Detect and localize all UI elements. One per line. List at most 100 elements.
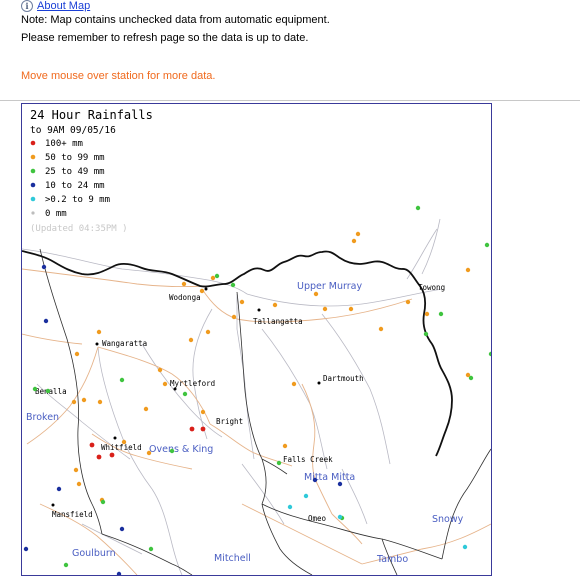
town-towong: Towong [418,283,445,292]
legend-dot-0 [31,211,35,215]
station-orange[interactable] [76,481,82,487]
station-orange[interactable] [97,399,103,405]
station-orange[interactable] [74,351,80,357]
station-red[interactable] [200,426,206,432]
station-orange[interactable] [73,467,79,473]
station-cyan[interactable] [462,544,468,550]
station-green[interactable] [468,375,474,381]
map-title: 24 Hour Rainfalls [30,108,153,122]
station-orange[interactable] [291,381,297,387]
station-red[interactable] [189,426,195,432]
town-dot-tallangatta [257,308,261,312]
station-orange[interactable] [146,450,152,456]
station-green[interactable] [32,386,38,392]
station-orange[interactable] [378,326,384,332]
district-mitchell: Mitchell [214,553,251,564]
updated-time: (Updated 04:35PM ) [30,224,128,234]
town-mansfield: Mansfield [52,510,93,519]
station-orange[interactable] [272,302,278,308]
station-green[interactable] [276,460,282,466]
station-orange[interactable] [205,329,211,335]
town-dot-wangaratta [95,342,99,346]
info-icon: i [21,0,33,12]
legend-dot-0p2-9 [30,196,36,202]
town-dot-wodonga [204,287,208,291]
station-orange[interactable] [199,288,205,294]
station-orange[interactable] [210,275,216,281]
station-green[interactable] [438,311,444,317]
station-orange[interactable] [181,281,187,287]
station-green[interactable] [423,331,429,337]
station-blue[interactable] [56,486,62,492]
station-blue[interactable] [23,546,29,552]
legend-label-25-49: 25 to 49 mm [45,167,105,177]
legend-dot-50-99 [30,154,36,160]
page-header: i About Map Note: Map contains unchecked… [0,0,580,101]
station-green[interactable] [45,388,51,394]
station-blue[interactable] [116,571,122,575]
station-orange[interactable] [162,381,168,387]
town-benalla: Benalla [35,387,67,396]
map-subtitle: to 9AM 09/05/16 [30,125,116,136]
station-blue[interactable] [43,318,49,324]
station-blue[interactable] [41,264,47,270]
district-upper-murray: Upper Murray [297,281,362,292]
station-green[interactable] [415,205,421,211]
station-red[interactable] [89,442,95,448]
station-green[interactable] [119,377,125,383]
station-red[interactable] [109,452,115,458]
station-green[interactable] [100,499,106,505]
town-dot-whitfield [113,436,117,440]
rain-stations[interactable] [23,205,491,575]
district-labels: Upper Murray Broken Ovens & King Mitta M… [26,281,464,565]
district-boundaries [39,248,491,575]
station-orange[interactable] [81,397,87,403]
station-orange[interactable] [143,406,149,412]
station-green[interactable] [63,562,69,568]
station-green[interactable] [182,391,188,397]
station-orange[interactable] [200,409,206,415]
station-orange[interactable] [231,314,237,320]
station-orange[interactable] [424,311,430,317]
station-green[interactable] [169,448,175,454]
station-green[interactable] [214,273,220,279]
town-wangaratta: Wangaratta [102,339,147,348]
station-blue[interactable] [337,481,343,487]
about-map-row: i About Map [21,0,90,12]
station-green[interactable] [484,242,490,248]
about-map-link[interactable]: About Map [37,0,90,12]
station-orange[interactable] [465,267,471,273]
station-orange[interactable] [188,337,194,343]
hover-hint: Move mouse over station for more data. [21,70,216,82]
station-orange[interactable] [282,443,288,449]
station-cyan[interactable] [303,493,309,499]
station-green[interactable] [230,282,236,288]
station-orange[interactable] [157,367,163,373]
station-orange[interactable] [322,306,328,312]
legend-label-0p2-9: >0.2 to 9 mm [45,195,110,205]
district-tambo: Tambo [376,554,408,565]
station-orange[interactable] [71,399,77,405]
station-orange[interactable] [313,291,319,297]
station-orange[interactable] [405,299,411,305]
station-orange[interactable] [239,299,245,305]
station-cyan[interactable] [337,514,343,520]
station-orange[interactable] [96,329,102,335]
station-blue[interactable] [312,477,318,483]
town-tallangatta: Tallangatta [253,317,303,326]
town-whitfield: Whitfield [101,443,142,452]
station-red[interactable] [96,454,102,460]
town-omeo: Omeo [308,514,327,523]
station-cyan[interactable] [287,504,293,510]
station-green[interactable] [148,546,154,552]
station-orange[interactable] [348,306,354,312]
map-legend: 24 Hour Rainfalls to 9AM 09/05/16 100+ m… [30,108,153,234]
station-blue[interactable] [119,526,125,532]
station-orange[interactable] [121,439,127,445]
station-green[interactable] [488,351,491,357]
note-line-refresh: Please remember to refresh page so the d… [21,32,309,44]
station-orange[interactable] [351,238,357,244]
station-orange[interactable] [355,231,361,237]
note-line-unchecked: Note: Map contains unchecked data from a… [21,14,330,26]
rainfall-map[interactable]: 24 Hour Rainfalls to 9AM 09/05/16 100+ m… [21,103,492,576]
